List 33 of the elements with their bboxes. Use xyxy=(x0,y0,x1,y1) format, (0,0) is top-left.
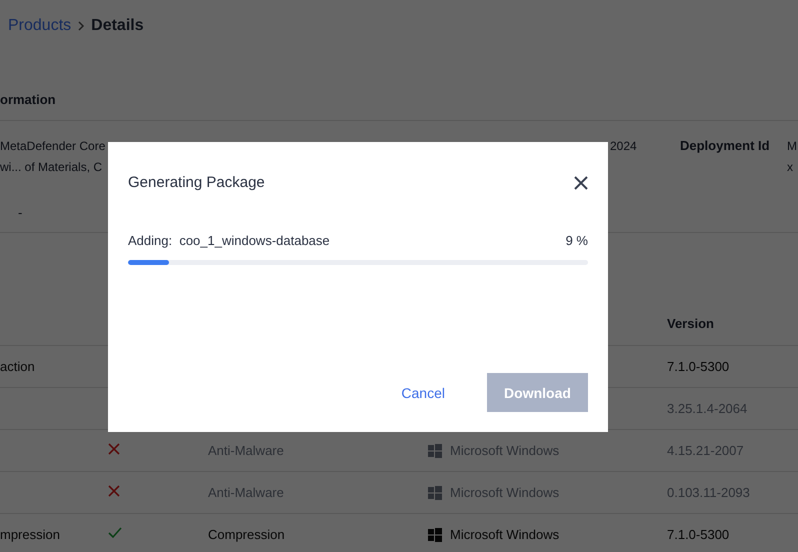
windows-icon xyxy=(428,528,442,542)
deployment-value: x xyxy=(787,159,794,175)
table-cell-text: 0.103.11-2093 xyxy=(667,485,751,500)
table-cell: Microsoft Windows xyxy=(450,527,560,542)
table-cell-text: Anti-Malware xyxy=(208,485,285,500)
product-name: MetaDefender Core xyxy=(0,138,106,154)
windows-icon xyxy=(428,486,442,500)
expiration-date: 2024 xyxy=(610,138,638,154)
table-cell-text: 7.1.0-5300 xyxy=(667,359,730,374)
breadcrumb-current: Details xyxy=(91,17,144,35)
progress-percent: 9 % xyxy=(566,233,588,248)
product-name: wi... of Materials, C xyxy=(0,159,104,175)
chevron-right-icon xyxy=(77,21,86,31)
section-title: ormation xyxy=(0,92,56,107)
deployment-value: M xyxy=(787,138,798,154)
table-cell-text: 7.1.0-5300 xyxy=(667,527,730,542)
table-cell: Microsoft Windows xyxy=(450,485,560,500)
column-header: Version xyxy=(667,316,715,330)
table-cell-text: Anti-Malware xyxy=(208,443,285,458)
close-button[interactable] xyxy=(574,176,588,190)
dialog-title: Generating Package xyxy=(128,174,265,191)
windows-icon xyxy=(428,444,442,458)
table-cell-text: mpression xyxy=(0,527,61,542)
table-cell-text: 3.25.1.4-2064 xyxy=(667,401,748,416)
info-value: - xyxy=(18,205,24,220)
table-cell-text: 4.15.21-2007 xyxy=(667,443,745,458)
table-cell-text: action xyxy=(0,359,36,374)
deployment-label: Deployment Id xyxy=(680,138,771,154)
progress-label: Adding: coo_1_windows-database xyxy=(128,233,330,248)
table-cell-text: Compression xyxy=(208,527,286,542)
cancel-button[interactable]: Cancel xyxy=(389,380,457,404)
breadcrumb-link[interactable]: Products xyxy=(8,17,72,35)
table-cell: Microsoft Windows xyxy=(450,443,560,458)
